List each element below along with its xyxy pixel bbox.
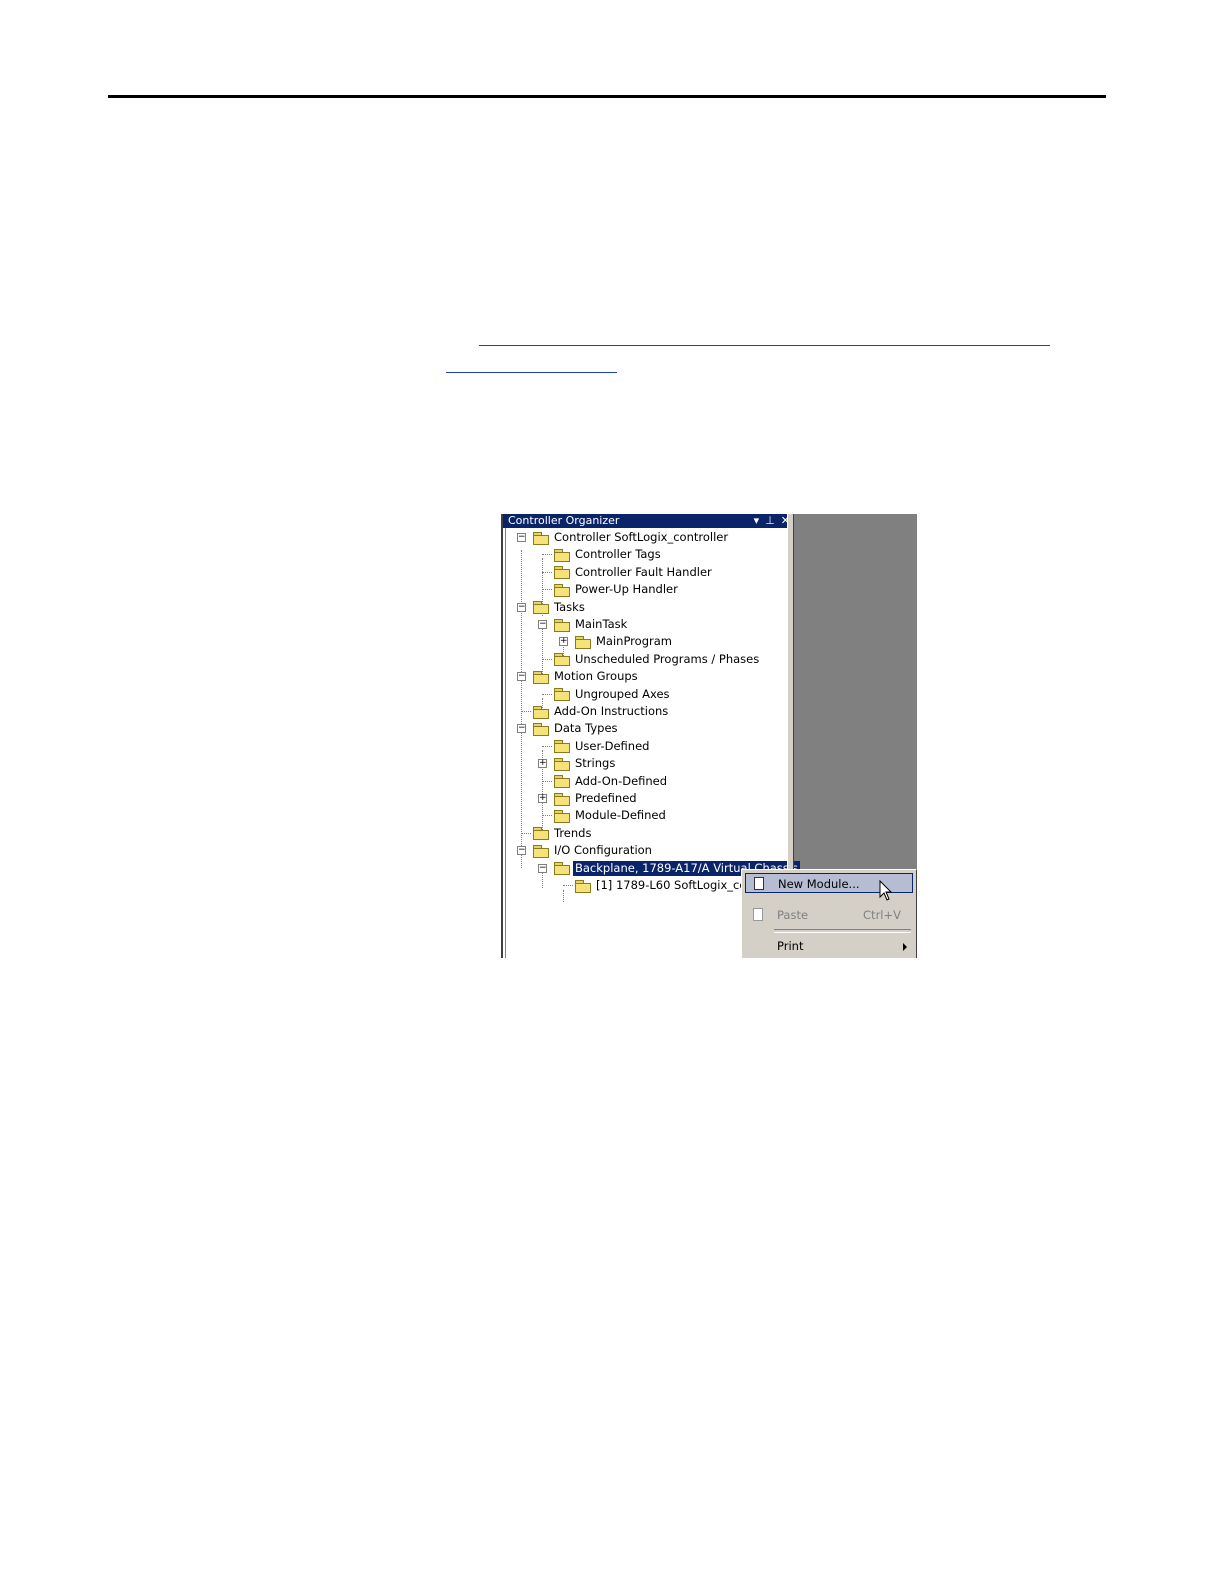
controller-organizer-screenshot: Controller Organizer ▾ ⊥ ✕ − Controller S… <box>501 514 917 958</box>
tree-node-label: Ungrouped Axes <box>575 686 670 701</box>
tree-node[interactable]: Controller Tags <box>554 546 663 563</box>
pin-icon[interactable]: ⊥ <box>765 514 775 528</box>
tree-expander-icon[interactable]: − <box>517 846 526 856</box>
tree-node-label: Controller SoftLogix_controller <box>554 530 729 544</box>
tree-node-label: Add-On-Defined <box>575 773 668 788</box>
folder-icon <box>554 688 570 702</box>
tree-node[interactable]: Trends <box>533 825 593 842</box>
tree-node-label: User-Defined <box>575 738 650 753</box>
tree-node[interactable]: Power-Up Handler <box>554 581 680 598</box>
folder-icon <box>533 670 549 684</box>
tree-node-label: Add-On Instructions <box>554 704 669 718</box>
tree-node[interactable]: MainProgram <box>575 633 674 650</box>
folder-icon <box>533 531 549 545</box>
menu-item-print[interactable]: Print <box>745 936 913 956</box>
tree-node[interactable]: Add-On-Defined <box>554 773 669 790</box>
tree-node[interactable]: Ungrouped Axes <box>554 686 672 703</box>
paste-shortcut: Ctrl+V <box>863 908 901 922</box>
panel-titlebar: Controller Organizer ▾ ⊥ ✕ <box>503 514 794 528</box>
folder-icon <box>533 844 549 858</box>
tree-node-label: Module-Defined <box>575 808 666 823</box>
tree-node-label: Trends <box>554 825 592 840</box>
tree-node-label: Power-Up Handler <box>575 582 678 597</box>
paste-icon <box>753 908 763 921</box>
tree-node-label: Unscheduled Programs / Phases <box>575 651 760 666</box>
tree-node[interactable]: Controller Fault Handler <box>554 564 714 581</box>
menu-separator <box>774 929 911 933</box>
tree-node-label: MainTask <box>575 617 628 631</box>
panel-title: Controller Organizer <box>508 514 620 527</box>
tree-node[interactable]: Unscheduled Programs / Phases <box>554 651 761 668</box>
tree-expander-icon[interactable]: − <box>517 672 526 682</box>
menu-item-print-label: Print <box>777 939 804 953</box>
folder-icon <box>554 809 570 823</box>
tree-expander-icon[interactable]: − <box>538 863 547 873</box>
tree-expander-icon[interactable]: + <box>538 794 547 803</box>
tree-expander-icon[interactable]: − <box>517 533 526 542</box>
folder-icon <box>554 792 570 806</box>
folder-icon <box>533 705 549 719</box>
module-icon <box>754 877 764 890</box>
tree-node[interactable]: Strings <box>554 755 617 772</box>
tree-node-label: Controller Fault Handler <box>575 564 712 579</box>
folder-icon <box>533 722 549 736</box>
tree-expander-icon[interactable]: − <box>517 602 526 612</box>
tree-node-label: Tasks <box>554 599 585 614</box>
folder-icon <box>554 862 570 876</box>
hyperlink-underline[interactable] <box>479 345 1050 346</box>
tree-node[interactable]: MainTask <box>554 616 629 633</box>
tree-node[interactable]: Data Types <box>533 720 620 737</box>
tree-expander-icon[interactable]: + <box>559 637 568 647</box>
folder-icon <box>554 548 570 562</box>
tree-node-label: Predefined <box>575 791 637 805</box>
folder-icon <box>554 618 570 632</box>
tree-expander-icon[interactable]: − <box>517 724 526 734</box>
tree-node-label: Data Types <box>554 721 618 736</box>
menu-item-paste-label: Paste <box>777 908 809 922</box>
submenu-arrow-icon <box>903 943 907 951</box>
folder-icon <box>554 757 570 771</box>
tree-node[interactable]: Predefined <box>554 790 639 807</box>
folder-icon <box>533 601 549 615</box>
menu-item-paste[interactable]: Paste Ctrl+V <box>745 905 913 925</box>
tree-node-label: I/O Configuration <box>554 843 652 858</box>
menu-item-new-module-label: New Module... <box>778 877 860 891</box>
folder-icon <box>533 827 549 841</box>
tree-node[interactable]: Tasks <box>533 599 587 616</box>
tree-node[interactable]: User-Defined <box>554 738 651 755</box>
tree-node[interactable]: Controller SoftLogix_controller <box>533 529 730 546</box>
tree-node-label: Strings <box>575 756 616 771</box>
tree-node[interactable]: Motion Groups <box>533 668 640 685</box>
folder-icon <box>554 583 570 597</box>
folder-icon <box>554 653 570 667</box>
tree-node[interactable]: I/O Configuration <box>533 842 654 859</box>
tree-node-label: MainProgram <box>596 634 672 649</box>
tree-node-label: Controller Tags <box>575 547 661 562</box>
hyperlink-underline-continued[interactable] <box>446 372 617 373</box>
folder-icon <box>554 775 570 789</box>
folder-icon <box>554 566 570 580</box>
mouse-cursor-icon <box>879 880 893 901</box>
tree-expander-icon[interactable]: + <box>538 759 547 769</box>
tree-node[interactable]: Add-On Instructions <box>533 703 670 720</box>
tree-node[interactable]: Module-Defined <box>554 807 668 824</box>
tree-expander-icon[interactable]: − <box>538 620 547 629</box>
folder-icon <box>575 879 591 893</box>
tree-node-label: Motion Groups <box>554 669 638 684</box>
header-rule <box>108 95 1106 98</box>
dropdown-icon[interactable]: ▾ <box>754 514 760 528</box>
folder-icon <box>554 740 570 754</box>
folder-icon <box>575 635 591 649</box>
